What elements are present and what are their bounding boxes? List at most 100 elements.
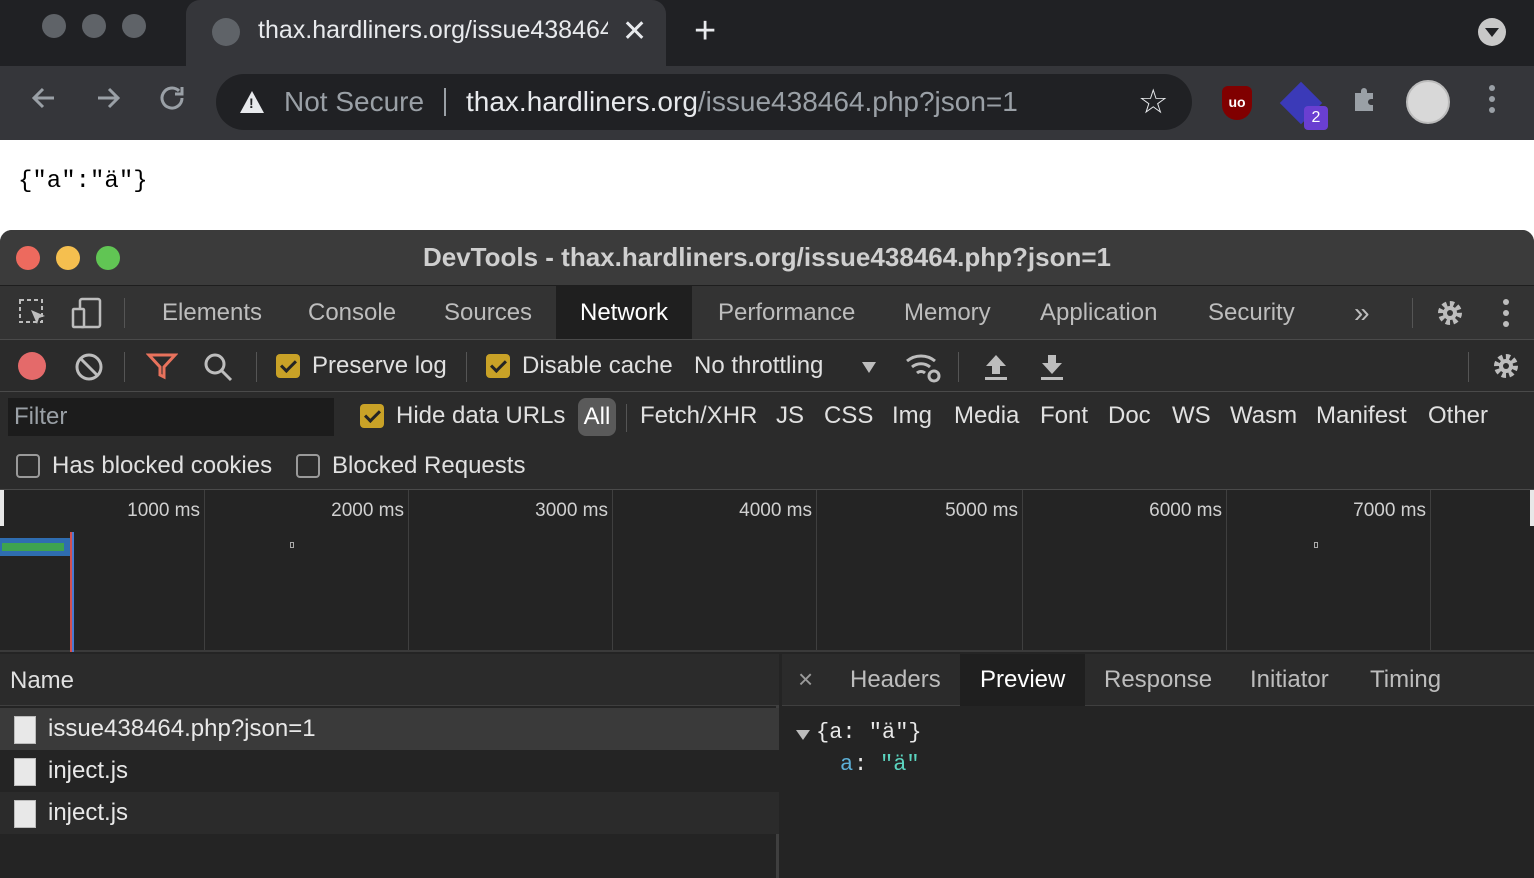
request-waiting-bar <box>2 543 64 551</box>
reload-button[interactable] <box>156 82 188 123</box>
devtools-menu-icon[interactable] <box>1502 298 1510 333</box>
type-filter-fetch-xhr[interactable]: Fetch/XHR <box>640 402 757 430</box>
omnibox-divider <box>444 88 446 116</box>
page-content: {"a":"ä"} <box>0 140 1534 232</box>
type-filter-all[interactable]: All <box>578 398 616 436</box>
record-button[interactable] <box>18 352 46 380</box>
ublock-origin-icon[interactable]: uo <box>1222 86 1252 120</box>
request-list: Name issue438464.php?json=1 inject.js in… <box>0 654 779 878</box>
globe-icon <box>212 18 240 46</box>
chrome-menu-button[interactable] <box>1484 84 1500 114</box>
tab-headers[interactable]: Headers <box>830 654 961 706</box>
json-preview-tree: {a: "ä"} a : "ä" <box>782 706 1534 878</box>
forward-button[interactable] <box>92 82 124 123</box>
tab-initiator[interactable]: Initiator <box>1230 654 1349 706</box>
more-tabs-button[interactable]: » <box>1330 286 1394 339</box>
detail-tabs: × Headers Preview Response Initiator Tim… <box>782 654 1534 706</box>
extensions-puzzle-icon[interactable] <box>1350 84 1380 122</box>
tab-memory[interactable]: Memory <box>880 286 1015 339</box>
window-close-button[interactable] <box>42 14 66 38</box>
tab-close-button[interactable]: ✕ <box>622 14 647 49</box>
tab-preview[interactable]: Preview <box>960 654 1086 706</box>
tab-performance[interactable]: Performance <box>694 286 879 339</box>
type-filter-manifest[interactable]: Manifest <box>1316 402 1407 430</box>
type-filter-other[interactable]: Other <box>1428 402 1488 430</box>
raw-json-body: {"a":"ä"} <box>18 168 148 195</box>
blocked-requests-checkbox[interactable] <box>296 454 320 478</box>
tab-search-button[interactable] <box>1478 18 1506 46</box>
request-name: issue438464.php?json=1 <box>48 715 316 742</box>
timeline-tick-label: 5000 ms <box>945 500 1018 521</box>
type-filter-doc[interactable]: Doc <box>1108 402 1151 430</box>
name-column-header[interactable]: Name <box>0 654 779 706</box>
network-toolbar: Preserve log Disable cache No throttling <box>0 340 1534 392</box>
new-tab-button[interactable]: + <box>694 10 716 53</box>
hide-data-urls-checkbox[interactable] <box>360 404 384 428</box>
blocked-requests-label: Blocked Requests <box>332 452 526 479</box>
network-settings-gear-icon[interactable] <box>1490 350 1522 387</box>
extension-badge: 2 <box>1304 106 1328 130</box>
request-row[interactable]: inject.js <box>0 792 779 834</box>
json-property-key: a <box>840 752 854 777</box>
preserve-log-checkbox[interactable] <box>276 354 300 378</box>
disable-cache-checkbox[interactable] <box>486 354 510 378</box>
timeline-tick-label: 6000 ms <box>1149 500 1222 521</box>
filter-funnel-icon[interactable] <box>145 351 179 386</box>
type-filter-font[interactable]: Font <box>1040 402 1088 430</box>
overview-window-handle-right[interactable] <box>1530 490 1534 526</box>
request-row[interactable]: inject.js <box>0 750 779 792</box>
request-row-selected[interactable]: issue438464.php?json=1 <box>0 708 779 750</box>
toolbar-divider <box>256 352 257 382</box>
tab-title: thax.hardliners.org/issue438464.php?json… <box>258 16 608 44</box>
has-blocked-cookies-checkbox[interactable] <box>16 454 40 478</box>
request-timing-tick <box>290 542 294 548</box>
export-har-icon[interactable] <box>1038 352 1066 387</box>
close-detail-button[interactable]: × <box>798 664 813 695</box>
profile-avatar[interactable] <box>1406 80 1450 124</box>
overview-window-handle-left[interactable] <box>0 490 4 526</box>
bookmark-star-icon[interactable]: ☆ <box>1138 82 1168 122</box>
import-har-icon[interactable] <box>982 352 1010 387</box>
arrow-right-icon <box>98 87 121 109</box>
expand-triangle-icon[interactable] <box>796 730 810 740</box>
url-text[interactable]: thax.hardliners.org/issue438464.php?json… <box>466 86 1018 118</box>
search-icon[interactable] <box>202 351 234 388</box>
throttling-select[interactable]: No throttling <box>694 352 823 380</box>
type-filter-css[interactable]: CSS <box>824 402 873 430</box>
type-filter-ws[interactable]: WS <box>1172 402 1211 430</box>
toolbar-divider <box>1468 352 1469 382</box>
type-filter-wasm[interactable]: Wasm <box>1230 402 1297 430</box>
network-overview-timeline[interactable]: 1000 ms 2000 ms 3000 ms 4000 ms 5000 ms … <box>0 490 1534 652</box>
timeline-tick-label: 7000 ms <box>1353 500 1426 521</box>
tab-response[interactable]: Response <box>1084 654 1232 706</box>
settings-gear-icon[interactable] <box>1434 297 1466 334</box>
security-indicator[interactable]: Not Secure <box>284 86 424 118</box>
tab-elements[interactable]: Elements <box>138 286 286 339</box>
toolbar-divider <box>958 352 959 382</box>
browser-toolbar: ! Not Secure thax.hardliners.org/issue43… <box>0 66 1534 140</box>
type-filter-js[interactable]: JS <box>776 402 804 430</box>
tab-console[interactable]: Console <box>284 286 420 339</box>
browser-tab-active[interactable]: thax.hardliners.org/issue438464.php?json… <box>186 0 666 66</box>
back-button[interactable] <box>28 82 60 123</box>
timeline-tick-label: 3000 ms <box>535 500 608 521</box>
tab-application[interactable]: Application <box>1016 286 1181 339</box>
window-zoom-button[interactable] <box>122 14 146 38</box>
network-conditions-icon[interactable] <box>904 350 942 389</box>
tab-network[interactable]: Network <box>556 286 693 339</box>
request-detail-pane: × Headers Preview Response Initiator Tim… <box>782 654 1534 878</box>
inspect-element-icon[interactable] <box>18 298 48 333</box>
type-filter-img[interactable]: Img <box>892 402 932 430</box>
tab-sources[interactable]: Sources <box>420 286 556 339</box>
timeline-gridline <box>204 490 205 650</box>
window-minimize-button[interactable] <box>82 14 106 38</box>
json-object-summary[interactable]: {a: "ä"} <box>816 720 922 745</box>
filter-input[interactable]: Filter <box>8 398 334 436</box>
device-toolbar-icon[interactable] <box>70 296 104 335</box>
address-bar[interactable]: ! Not Secure thax.hardliners.org/issue43… <box>216 74 1192 130</box>
tab-security[interactable]: Security <box>1184 286 1319 339</box>
chevron-down-icon[interactable] <box>862 362 876 373</box>
tab-timing[interactable]: Timing <box>1350 654 1461 706</box>
clear-icon[interactable] <box>74 352 104 387</box>
type-filter-media[interactable]: Media <box>954 402 1019 430</box>
